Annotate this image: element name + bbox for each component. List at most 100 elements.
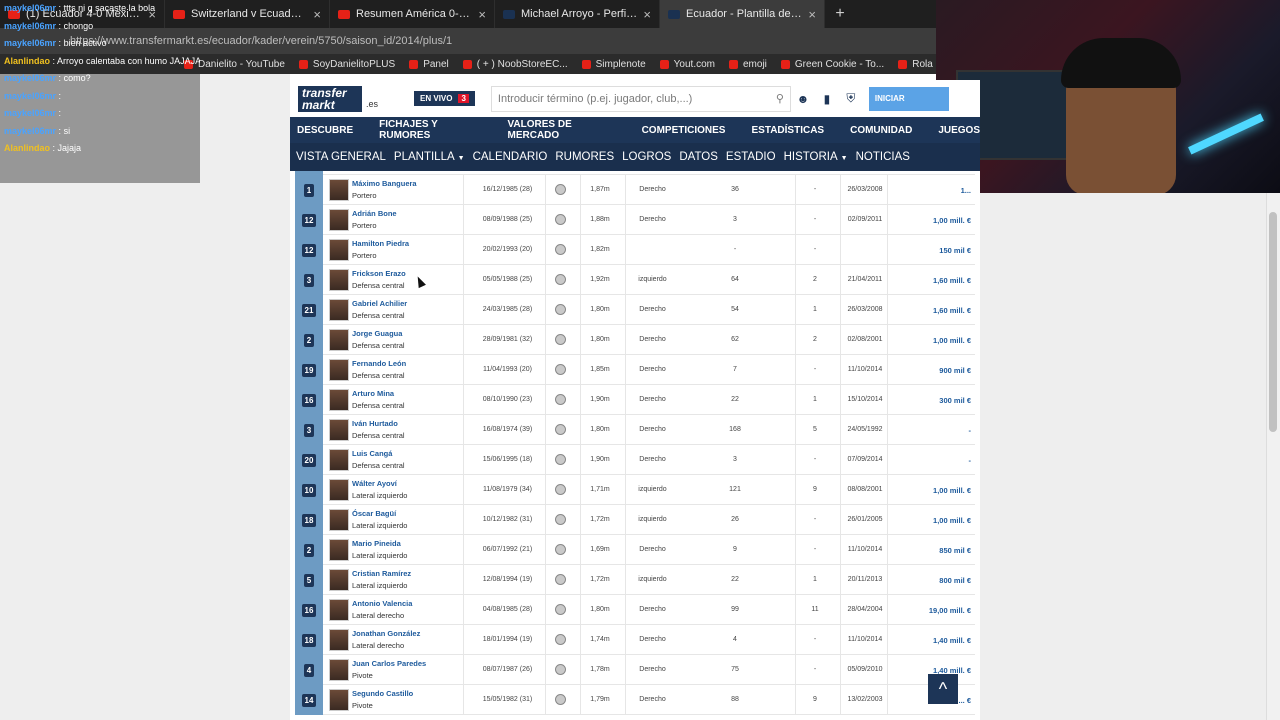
market-value-link[interactable]: 1,40 mill. € bbox=[933, 636, 971, 645]
browser-tab[interactable]: Resumen América 0-2 Real Madrid × bbox=[330, 0, 495, 28]
club-crest-icon[interactable] bbox=[555, 274, 566, 285]
bookmark-item[interactable]: Green Cookie - To... bbox=[780, 59, 884, 70]
club-crest-icon[interactable] bbox=[555, 454, 566, 465]
club-crest-icon[interactable] bbox=[555, 634, 566, 645]
main-nav-item[interactable]: COMPETICIONES bbox=[642, 125, 726, 136]
close-icon[interactable]: × bbox=[313, 7, 321, 22]
bookmark-item[interactable]: Panel bbox=[409, 59, 449, 70]
club-crest-icon[interactable] bbox=[555, 304, 566, 315]
player-photo[interactable] bbox=[329, 539, 349, 561]
club-crest-icon[interactable] bbox=[555, 574, 566, 585]
bookmark-icon[interactable]: ▮ bbox=[815, 87, 839, 111]
market-value-link[interactable]: 1,60 mill. € bbox=[933, 306, 971, 315]
sub-nav-item[interactable]: VISTA GENERAL bbox=[296, 151, 386, 163]
market-value-link[interactable]: - bbox=[969, 426, 972, 435]
player-photo[interactable] bbox=[329, 419, 349, 441]
market-value-link[interactable]: 1,00 mill. € bbox=[933, 216, 971, 225]
close-icon[interactable]: × bbox=[808, 7, 816, 22]
player-name-link[interactable]: Hamilton Piedra bbox=[352, 239, 409, 248]
search-icon[interactable]: ⚲ bbox=[776, 92, 784, 105]
user-icon[interactable]: ☻ bbox=[791, 87, 815, 111]
bookmark-item[interactable]: Yout.com bbox=[659, 59, 715, 70]
main-nav-item[interactable]: FICHAJES Y RUMORES bbox=[379, 119, 481, 141]
club-crest-icon[interactable] bbox=[555, 214, 566, 225]
close-icon[interactable]: × bbox=[478, 7, 486, 22]
site-logo[interactable]: transfer markt bbox=[298, 85, 362, 112]
main-nav-item[interactable]: DESCUBRE bbox=[297, 125, 353, 136]
player-photo[interactable] bbox=[329, 299, 349, 321]
player-photo[interactable] bbox=[329, 269, 349, 291]
player-photo[interactable] bbox=[329, 329, 349, 351]
main-nav-item[interactable]: JUEGOS bbox=[938, 125, 980, 136]
site-domain[interactable]: .es bbox=[366, 99, 378, 109]
club-crest-icon[interactable] bbox=[555, 484, 566, 495]
player-photo[interactable] bbox=[329, 209, 349, 231]
player-name-link[interactable]: Luis Cangá bbox=[352, 449, 392, 458]
sub-nav-item[interactable]: NOTICIAS bbox=[856, 151, 910, 163]
club-crest-icon[interactable] bbox=[555, 544, 566, 555]
player-photo[interactable] bbox=[329, 359, 349, 381]
club-crest-icon[interactable] bbox=[555, 664, 566, 675]
player-name-link[interactable]: Antonio Valencia bbox=[352, 599, 412, 608]
club-crest-icon[interactable] bbox=[555, 424, 566, 435]
new-tab-button[interactable]: + bbox=[825, 5, 855, 23]
player-photo[interactable] bbox=[329, 509, 349, 531]
player-photo[interactable] bbox=[329, 389, 349, 411]
player-name-link[interactable]: Gabriel Achilier bbox=[352, 299, 407, 308]
club-crest-icon[interactable] bbox=[555, 514, 566, 525]
player-name-link[interactable]: Wálter Ayoví bbox=[352, 479, 397, 488]
bookmark-item[interactable]: emoji bbox=[729, 59, 767, 70]
back-to-top-button[interactable]: ^ bbox=[928, 674, 958, 704]
club-crest-icon[interactable] bbox=[555, 244, 566, 255]
player-name-link[interactable]: Cristian Ramírez bbox=[352, 569, 411, 578]
player-photo[interactable] bbox=[329, 239, 349, 261]
scrollbar-thumb[interactable] bbox=[1269, 212, 1277, 432]
player-photo[interactable] bbox=[329, 179, 349, 201]
browser-tab[interactable]: Michael Arroyo - Perfil del jugador × bbox=[495, 0, 660, 28]
player-photo[interactable] bbox=[329, 479, 349, 501]
player-name-link[interactable]: Segundo Castillo bbox=[352, 689, 413, 698]
bookmark-item[interactable]: Rola bbox=[898, 59, 933, 70]
club-crest-icon[interactable] bbox=[555, 394, 566, 405]
player-name-link[interactable]: Iván Hurtado bbox=[352, 419, 398, 428]
market-value-link[interactable]: 300 mil € bbox=[939, 396, 971, 405]
live-button[interactable]: EN VIVO 3 bbox=[414, 91, 475, 106]
player-name-link[interactable]: Fernando León bbox=[352, 359, 406, 368]
market-value-link[interactable]: - bbox=[969, 456, 972, 465]
main-nav-item[interactable]: VALORES DE MERCADO bbox=[508, 119, 616, 141]
market-value-link[interactable]: 1,00 mill. € bbox=[933, 516, 971, 525]
sub-nav-item[interactable]: DATOS bbox=[679, 151, 718, 163]
main-nav-item[interactable]: ESTADÍSTICAS bbox=[751, 125, 824, 136]
sub-nav-item[interactable]: RUMORES bbox=[555, 151, 614, 163]
player-name-link[interactable]: Óscar Bagüí bbox=[352, 509, 396, 518]
market-value-link[interactable]: ... € bbox=[958, 696, 971, 705]
sub-nav-item[interactable]: CALENDARIO bbox=[473, 151, 548, 163]
market-value-link[interactable]: 1,00 mill. € bbox=[933, 486, 971, 495]
player-photo[interactable] bbox=[329, 449, 349, 471]
market-value-link[interactable]: 1,00 mill. € bbox=[933, 336, 971, 345]
search-input[interactable]: Introducir término (p.ej. jugador, club,… bbox=[490, 85, 791, 112]
browser-tab[interactable]: Ecuador - Plantilla detallada 2014 × bbox=[660, 0, 825, 28]
sub-nav-item[interactable]: HISTORIA ▼ bbox=[784, 151, 848, 163]
player-photo[interactable] bbox=[329, 659, 349, 681]
club-crest-icon[interactable] bbox=[555, 604, 566, 615]
market-value-link[interactable]: 850 mil € bbox=[939, 546, 971, 555]
player-photo[interactable] bbox=[329, 689, 349, 711]
player-photo[interactable] bbox=[329, 629, 349, 651]
close-icon[interactable]: × bbox=[643, 7, 651, 22]
player-name-link[interactable]: Máximo Banguera bbox=[352, 179, 417, 188]
sub-nav-item[interactable]: LOGROS bbox=[622, 151, 671, 163]
player-photo[interactable] bbox=[329, 569, 349, 591]
club-crest-icon[interactable] bbox=[555, 184, 566, 195]
market-value-link[interactable]: 900 mil € bbox=[939, 366, 971, 375]
sub-nav-item[interactable]: ESTADIO bbox=[726, 151, 776, 163]
market-value-link[interactable]: 1,60 mill. € bbox=[933, 276, 971, 285]
market-value-link[interactable]: 150 mil € bbox=[939, 246, 971, 255]
bookmark-item[interactable]: Simplenote bbox=[581, 59, 646, 70]
market-value-link[interactable]: 1... bbox=[961, 186, 971, 195]
club-crest-icon[interactable] bbox=[555, 364, 566, 375]
player-name-link[interactable]: Mario Pineida bbox=[352, 539, 401, 548]
bookmark-item[interactable]: ( + ) NoobStoreEC... bbox=[462, 59, 568, 70]
player-name-link[interactable]: Adrián Bone bbox=[352, 209, 397, 218]
player-name-link[interactable]: Jorge Guagua bbox=[352, 329, 402, 338]
